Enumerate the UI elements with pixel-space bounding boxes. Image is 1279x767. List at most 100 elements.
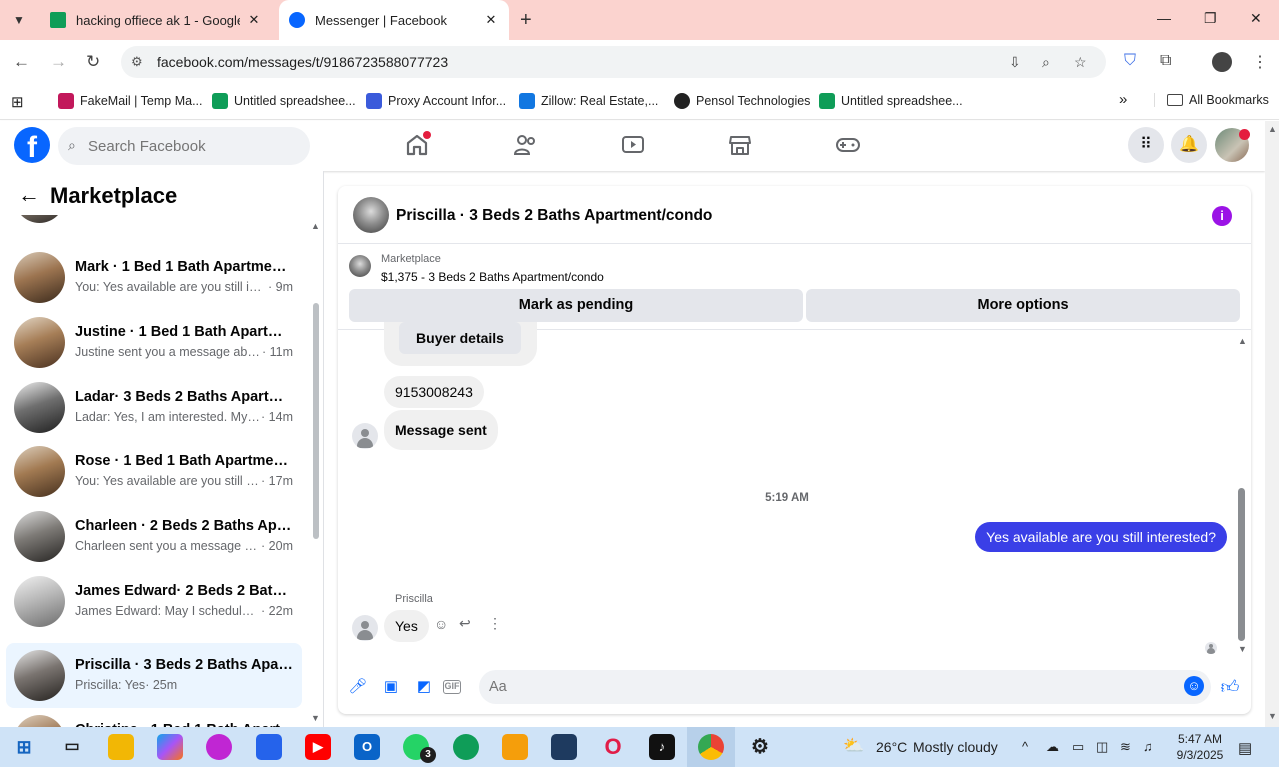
chrome-icon[interactable] xyxy=(698,734,724,760)
task-view-icon[interactable]: ▭ xyxy=(59,734,85,760)
tab-close-icon[interactable]: ✕ xyxy=(483,12,499,28)
extensions-icon[interactable]: ⧉ xyxy=(1160,52,1171,70)
weather-icon[interactable]: ⛅ xyxy=(843,736,864,756)
bookmark-spreadsheet-2[interactable]: Untitled spreadshee... xyxy=(819,93,963,109)
conversation-item[interactable]: Rose · 1 Bed 1 Bath Apartment/c... You: Y… xyxy=(6,439,302,504)
wifi-icon[interactable]: ≋ xyxy=(1120,739,1131,755)
url-text[interactable]: facebook.com/messages/t/9186723588077723 xyxy=(157,54,448,70)
vpn-shield-icon[interactable]: ⛉ xyxy=(1124,52,1136,70)
sender-avatar[interactable] xyxy=(352,423,378,449)
bookmark-spreadsheet-1[interactable]: Untitled spreadshee... xyxy=(212,93,356,109)
tab-google-sheets[interactable]: hacking offiece ak 1 - Google S ✕ xyxy=(40,0,272,40)
close-window-button[interactable]: ✕ xyxy=(1250,10,1262,27)
react-emoji-icon[interactable]: ☺ xyxy=(434,616,448,632)
weather-temp[interactable]: 26°C xyxy=(876,739,907,755)
microsoft-store-icon[interactable] xyxy=(256,734,282,760)
info-icon[interactable]: i xyxy=(1212,206,1232,226)
all-bookmarks-button[interactable]: All Bookmarks xyxy=(1154,93,1269,107)
scrollbar-thumb[interactable] xyxy=(1238,488,1245,641)
more-options-button[interactable]: More options xyxy=(806,289,1240,322)
outgoing-message-bubble[interactable]: Yes available are you still interested? xyxy=(975,522,1227,552)
page-scrollbar[interactable]: ▲ ▼ xyxy=(1265,121,1279,727)
file-explorer-icon[interactable] xyxy=(108,734,134,760)
conversation-item[interactable]: Priscilla · 3 Beds 2 Baths Apartm... Pris… xyxy=(6,643,302,708)
forward-button[interactable]: → xyxy=(50,52,67,72)
scroll-down-arrow-icon[interactable]: ▼ xyxy=(311,713,320,723)
video-nav-icon[interactable] xyxy=(620,133,648,159)
system-clock[interactable]: 5:47 AM 9/3/2025 xyxy=(1170,731,1230,763)
conversation-item[interactable]: Charleen · 2 Beds 2 Baths Apart... Charle… xyxy=(6,504,302,569)
facebook-search-box[interactable]: ⌕ xyxy=(58,127,310,165)
minimize-button[interactable]: — xyxy=(1157,10,1171,26)
tab-close-icon[interactable]: ✕ xyxy=(246,12,262,28)
facebook-logo[interactable]: f xyxy=(14,127,50,163)
gif-icon[interactable]: GIF xyxy=(443,680,461,694)
pinned-app-icon[interactable] xyxy=(551,734,577,760)
zoom-icon[interactable]: ⌕ xyxy=(1042,54,1050,71)
pinned-app-icon[interactable] xyxy=(502,734,528,760)
conversation-item[interactable]: James Edward· 2 Beds 2 Baths A... James E… xyxy=(6,569,302,634)
more-actions-icon[interactable]: ⋮ xyxy=(488,615,502,632)
address-bar[interactable]: ⚙ facebook.com/messages/t/91867235880777… xyxy=(121,46,1106,78)
bookmarks-overflow-button[interactable]: » xyxy=(1119,91,1127,108)
opera-icon[interactable]: O xyxy=(600,734,626,760)
photo-icon[interactable]: ▣ xyxy=(380,676,402,698)
tab-search-chevron-icon[interactable]: ▼ xyxy=(8,9,30,31)
sticker-icon[interactable]: ◩ xyxy=(413,676,435,698)
settings-gear-icon[interactable]: ⚙ xyxy=(747,734,773,760)
scroll-up-arrow-icon[interactable]: ▲ xyxy=(1238,336,1247,346)
show-hidden-icons-icon[interactable]: ^ xyxy=(1022,739,1028,754)
conversation-item[interactable]: Justine · 1 Bed 1 Bath Apartment... Justi… xyxy=(6,310,302,375)
bookmark-fakemail[interactable]: FakeMail | Temp Ma... xyxy=(58,93,203,109)
emoji-icon[interactable]: ☺ xyxy=(1184,676,1204,696)
back-arrow-icon[interactable]: ← xyxy=(18,184,40,206)
back-button[interactable]: ← xyxy=(13,52,30,72)
site-info-icon[interactable]: ⚙ xyxy=(131,54,143,70)
gaming-nav-icon[interactable] xyxy=(835,133,863,159)
marketplace-nav-icon[interactable] xyxy=(727,133,755,159)
copilot-icon[interactable] xyxy=(157,734,183,760)
youtube-icon[interactable]: ▶ xyxy=(305,734,331,760)
outlook-icon[interactable]: O xyxy=(354,734,380,760)
menu-grid-icon[interactable]: ⠿ xyxy=(1128,127,1164,163)
install-app-icon[interactable]: ⇩ xyxy=(1009,54,1021,71)
apps-grid-icon[interactable]: ⊞ xyxy=(11,93,24,111)
message-input-field[interactable]: ☺ xyxy=(479,670,1211,704)
chrome-menu-icon[interactable]: ⋮ xyxy=(1252,52,1268,72)
pinned-app-icon[interactable] xyxy=(206,734,232,760)
conversation-item[interactable]: Mark · 1 Bed 1 Bath Apartment/... You: Ye… xyxy=(6,245,302,310)
tiktok-icon[interactable]: ♪ xyxy=(649,734,675,760)
search-input[interactable] xyxy=(88,135,298,157)
conversation-item[interactable]: Christina · 1 Bed 1 Bath Apart... xyxy=(6,708,302,727)
friends-nav-icon[interactable] xyxy=(512,133,540,159)
tab-messenger[interactable]: Messenger | Facebook ✕ xyxy=(279,0,509,40)
weather-desc[interactable]: Mostly cloudy xyxy=(913,739,998,755)
profile-avatar[interactable] xyxy=(1212,52,1232,72)
sender-avatar[interactable] xyxy=(352,615,378,641)
listing-thumbnail[interactable] xyxy=(353,197,389,233)
notifications-bell-icon[interactable]: 🔔 xyxy=(1171,127,1207,163)
restore-button[interactable]: ❐ xyxy=(1204,10,1217,27)
incoming-message-bubble[interactable]: Yes xyxy=(384,610,429,642)
scroll-up-arrow-icon[interactable]: ▲ xyxy=(311,221,320,231)
mark-as-pending-button[interactable]: Mark as pending xyxy=(349,289,803,322)
message-input[interactable] xyxy=(489,677,1169,697)
new-tab-button[interactable]: + xyxy=(520,9,532,31)
sidebar-scrollbar[interactable]: ▲ ▼ xyxy=(310,215,322,727)
message-bubble-phone[interactable]: 9153008243 xyxy=(384,376,484,408)
cloud-icon[interactable]: ☁ xyxy=(1046,739,1059,755)
home-nav-icon[interactable] xyxy=(404,131,432,159)
bookmark-proxy-account[interactable]: Proxy Account Infor... xyxy=(366,93,506,109)
scroll-down-arrow-icon[interactable]: ▼ xyxy=(1238,644,1247,654)
scroll-up-arrow-icon[interactable]: ▲ xyxy=(1268,124,1277,134)
scroll-down-arrow-icon[interactable]: ▼ xyxy=(1268,711,1277,721)
reload-button[interactable]: ↻ xyxy=(86,52,100,72)
thumbs-up-icon[interactable]: 👍︎ xyxy=(1219,676,1241,698)
vpn-icon[interactable]: ◫ xyxy=(1096,739,1108,755)
buyer-details-button[interactable]: Buyer details xyxy=(399,322,521,354)
message-bubble-sent-notice[interactable]: Message sent xyxy=(384,410,498,450)
reply-icon[interactable]: ↩ xyxy=(459,615,471,632)
notification-center-icon[interactable]: ▤ xyxy=(1238,739,1252,757)
chat-title[interactable]: Priscilla · 3 Beds 2 Baths Apartment/con… xyxy=(396,207,712,225)
bookmark-pensol[interactable]: Pensol Technologies xyxy=(674,93,810,109)
